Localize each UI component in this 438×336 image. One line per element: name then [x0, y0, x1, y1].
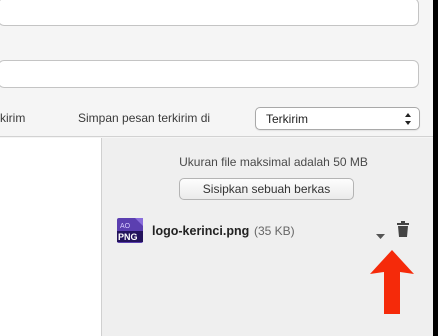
screen: kirim Simpan pesan terkirim di Terkirim …	[0, 0, 438, 336]
attachment-file-name[interactable]: logo-kerinci.png	[152, 224, 249, 238]
chevron-down-icon[interactable]	[376, 227, 385, 239]
send-option-label: kirim	[0, 111, 26, 125]
red-arrow-up-icon	[370, 250, 414, 314]
file-badge-bottom: PNG	[118, 232, 138, 242]
text-input-field[interactable]	[0, 60, 419, 88]
options-bar: kirim Simpan pesan terkirim di Terkirim	[0, 103, 433, 137]
sent-folder-select[interactable]: Terkirim	[255, 107, 420, 130]
trash-icon[interactable]	[396, 221, 410, 237]
attach-file-button[interactable]: Sisipkan sebuah berkas	[179, 178, 354, 200]
attachment-item: AO PNG logo-kerinci.png (35 KB)	[116, 218, 416, 244]
file-badge-top: AO	[120, 223, 131, 230]
sent-folder-value: Terkirim	[266, 112, 308, 126]
subject-field-top[interactable]	[0, 0, 419, 26]
message-body[interactable]	[0, 138, 102, 336]
save-sent-label: Simpan pesan terkirim di	[78, 111, 211, 125]
compose-window: kirim Simpan pesan terkirim di Terkirim …	[0, 0, 433, 336]
updown-arrows-icon	[404, 112, 412, 126]
png-file-icon: AO PNG	[116, 218, 146, 245]
attachment-file-size: (35 KB)	[254, 224, 295, 238]
max-size-note: Ukuran file maksimal adalah 50 MB	[179, 155, 368, 169]
